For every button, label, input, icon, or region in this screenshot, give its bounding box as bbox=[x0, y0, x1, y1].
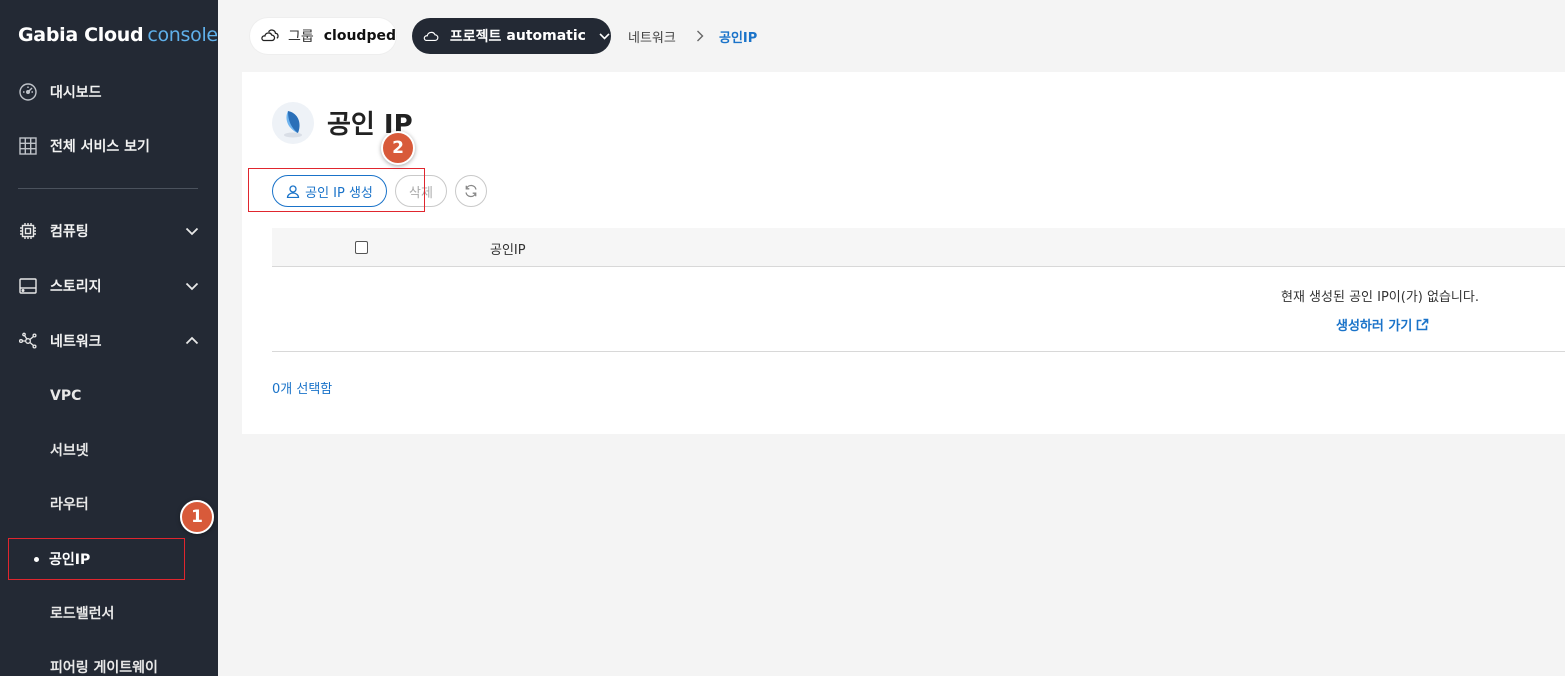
group-label: 그룹 bbox=[287, 29, 314, 45]
create-link[interactable]: 생성하러 가기 bbox=[1336, 315, 1429, 334]
select-all-checkbox[interactable] bbox=[355, 241, 368, 254]
selected-count: 0개 선택함 bbox=[272, 382, 333, 397]
grid-icon bbox=[18, 136, 38, 156]
dashboard-icon bbox=[18, 82, 38, 102]
group-selector[interactable]: 그룹 cloudped bbox=[250, 18, 396, 54]
step-badge-2: 2 bbox=[381, 131, 415, 165]
cpu-icon bbox=[18, 221, 38, 241]
highlight-public-ip bbox=[8, 538, 185, 580]
sidebar-item-label: 피어링 게이트웨이 bbox=[50, 660, 158, 676]
refresh-button[interactable] bbox=[455, 175, 487, 207]
project-value: automatic bbox=[506, 28, 586, 44]
highlight-create-button bbox=[248, 168, 425, 212]
project-label: 프로젝트 bbox=[449, 29, 502, 45]
empty-message: 현재 생성된 공인 IP이(가) 없습니다. bbox=[1281, 290, 1479, 305]
group-value: cloudped bbox=[323, 28, 396, 44]
sidebar-item-label: 스토리지 bbox=[50, 279, 102, 295]
sidebar-item-label: 서브넷 bbox=[50, 443, 89, 459]
sidebar-item-vpc[interactable]: VPC bbox=[0, 376, 218, 416]
step-badge-1: 1 bbox=[180, 500, 214, 534]
sidebar-item-storage[interactable]: 스토리지 bbox=[0, 266, 218, 306]
page-header bbox=[272, 102, 314, 144]
clouds-icon bbox=[261, 29, 279, 42]
cloud-icon bbox=[423, 31, 439, 42]
sidebar-item-all-services[interactable]: 전체 서비스 보기 bbox=[0, 126, 218, 166]
brand-name: Gabia Cloud bbox=[18, 24, 144, 46]
chevron-down-icon[interactable] bbox=[184, 223, 200, 239]
public-ip-service-icon bbox=[272, 102, 314, 144]
chevron-up-icon[interactable] bbox=[184, 333, 200, 349]
sidebar-item-subnet[interactable]: 서브넷 bbox=[0, 430, 218, 470]
sidebar-item-network[interactable]: 네트워크 bbox=[0, 321, 218, 361]
chevron-down-icon bbox=[599, 33, 610, 40]
sidebar-item-label: 네트워크 bbox=[50, 334, 102, 350]
sidebar-item-label: 전체 서비스 보기 bbox=[50, 139, 150, 155]
sidebar-item-dashboard[interactable]: 대시보드 bbox=[0, 72, 218, 112]
sidebar-item-label: VPC bbox=[50, 388, 82, 404]
refresh-icon bbox=[465, 184, 477, 198]
sidebar-item-computing[interactable]: 컴퓨팅 bbox=[0, 211, 218, 251]
project-selector[interactable]: 프로젝트 automatic bbox=[412, 18, 611, 54]
sidebar-item-label: 로드밸런서 bbox=[50, 606, 115, 622]
chevron-down-icon[interactable] bbox=[184, 278, 200, 294]
breadcrumb-current: 공인IP bbox=[719, 31, 758, 46]
table-header: 공인IP bbox=[272, 228, 1565, 267]
column-header-public-ip[interactable]: 공인IP bbox=[490, 239, 526, 258]
sidebar-item-label: 라우터 bbox=[50, 497, 89, 513]
breadcrumb-network[interactable]: 네트워크 bbox=[628, 27, 676, 46]
brand-logo[interactable]: Gabia Cloud console bbox=[18, 24, 218, 46]
breadcrumb-separator-icon bbox=[697, 30, 704, 42]
create-link-label: 생성하러 가기 bbox=[1336, 319, 1413, 334]
sidebar-item-label: 대시보드 bbox=[50, 85, 102, 101]
sidebar-item-load-balancer[interactable]: 로드밸런서 bbox=[0, 593, 218, 633]
sidebar-item-label: 컴퓨팅 bbox=[50, 224, 89, 240]
network-icon bbox=[18, 331, 38, 351]
table-bottom-border bbox=[272, 351, 1565, 352]
sidebar-item-peering-gateway[interactable]: 피어링 게이트웨이 bbox=[0, 647, 218, 676]
storage-icon bbox=[18, 276, 38, 296]
brand-accent: console bbox=[147, 24, 218, 46]
sidebar-divider bbox=[18, 188, 198, 189]
external-link-icon bbox=[1416, 318, 1429, 331]
